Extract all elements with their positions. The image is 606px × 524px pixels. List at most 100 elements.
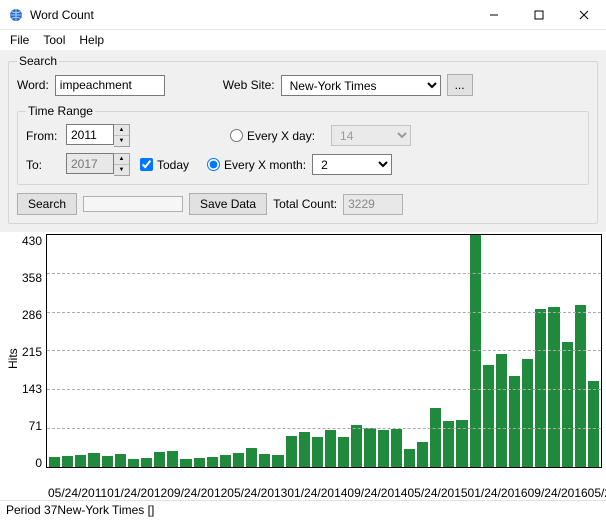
chart-bar[interactable] [391, 429, 402, 467]
from-spinner[interactable]: ▲▼ [66, 124, 130, 147]
ytick: 143 [22, 382, 42, 396]
xtick: 01/24/2012 [107, 486, 167, 500]
today-label: Today [157, 158, 189, 172]
chart-bar[interactable] [364, 428, 375, 467]
xtick: 01/24/2016 [468, 486, 528, 500]
chart-bar[interactable] [548, 307, 559, 467]
chart-yaxis: 430358286215143710 [22, 234, 46, 484]
xtick: 01/24/2014 [287, 486, 347, 500]
chart-bar[interactable] [88, 453, 99, 467]
xtick: 09/24/2012 [167, 486, 227, 500]
time-range-label: Time Range [26, 104, 95, 118]
from-input[interactable] [66, 124, 114, 145]
spin-up-icon[interactable]: ▲ [114, 154, 129, 165]
save-data-button[interactable]: Save Data [189, 193, 267, 215]
close-button[interactable] [561, 0, 606, 30]
chart-bar[interactable] [194, 458, 205, 467]
chart-bar[interactable] [207, 457, 218, 467]
from-label: From: [26, 129, 60, 143]
ytick: 430 [22, 234, 42, 248]
chart-bar[interactable] [286, 436, 297, 467]
chart-bar[interactable] [456, 420, 467, 467]
progress-bar [83, 196, 183, 212]
word-label: Word: [17, 78, 49, 92]
to-label: To: [26, 158, 60, 172]
xtick: 09/24/2014 [347, 486, 407, 500]
chart-bar[interactable] [312, 437, 323, 467]
search-group: Search Word: Web Site: New-York Times ..… [8, 54, 598, 224]
ytick: 286 [22, 308, 42, 322]
chart-bar[interactable] [75, 455, 86, 467]
chart-bar[interactable] [233, 453, 244, 467]
chart-bar[interactable] [299, 432, 310, 467]
maximize-button[interactable] [516, 0, 561, 30]
every-month-select[interactable]: 2 [312, 154, 392, 175]
chart-bar[interactable] [404, 449, 415, 467]
every-month-label: Every X month: [224, 158, 306, 172]
chart-plot[interactable] [46, 234, 602, 468]
chart-xaxis: 05/24/201101/24/201209/24/201205/24/2013… [48, 484, 602, 500]
xtick: 05/24/2015 [407, 486, 467, 500]
word-input[interactable] [55, 75, 165, 96]
total-count-value [343, 194, 403, 215]
ytick: 358 [22, 271, 42, 285]
to-input [66, 153, 114, 174]
chart-bar[interactable] [141, 458, 152, 467]
to-spinner[interactable]: ▲▼ [66, 153, 130, 176]
chart-area: Hits 430358286215143710 05/24/201101/24/… [0, 232, 606, 500]
chart-bar[interactable] [338, 437, 349, 467]
chart-bar[interactable] [102, 456, 113, 467]
xtick: 05/24/2013 [227, 486, 287, 500]
xtick: 09/24/2016 [528, 486, 588, 500]
menu-file[interactable]: File [4, 31, 35, 49]
chart-bar[interactable] [378, 430, 389, 467]
app-icon [8, 7, 24, 23]
chart-bar[interactable] [220, 455, 231, 467]
chart-bar[interactable] [246, 448, 257, 467]
xtick: 05/24/20 [588, 486, 606, 500]
chart-bar[interactable] [351, 425, 362, 467]
every-day-label: Every X day: [247, 129, 315, 143]
website-select[interactable]: New-York Times [281, 75, 441, 96]
chart-bar[interactable] [483, 365, 494, 468]
chart-bar[interactable] [180, 459, 191, 467]
total-count-label: Total Count: [273, 197, 337, 211]
chart-bar[interactable] [575, 305, 586, 467]
chart-bar[interactable] [325, 430, 336, 467]
chart-bar[interactable] [522, 359, 533, 467]
every-month-radio[interactable]: Every X month: [207, 158, 306, 172]
search-button[interactable]: Search [17, 193, 77, 215]
chart-bar[interactable] [470, 235, 481, 467]
chart-bar[interactable] [259, 454, 270, 467]
website-label: Web Site: [223, 78, 275, 92]
chart-bar[interactable] [588, 381, 599, 467]
ytick: 0 [35, 456, 42, 470]
every-day-radio[interactable]: Every X day: [230, 129, 315, 143]
window-titlebar: Word Count [0, 0, 606, 30]
chart-bar[interactable] [509, 376, 520, 467]
today-checkbox[interactable]: Today [140, 158, 189, 172]
every-day-select: 14 [331, 125, 411, 146]
time-range-group: Time Range From: ▲▼ Every X day: 14 To: [17, 104, 589, 185]
chart-bar[interactable] [430, 408, 441, 467]
chart-bar[interactable] [62, 456, 73, 467]
chart-bar[interactable] [496, 354, 507, 467]
chart-bar[interactable] [154, 452, 165, 467]
chart-bar[interactable] [167, 451, 178, 467]
menu-tool[interactable]: Tool [37, 31, 71, 49]
chart-bar[interactable] [115, 454, 126, 467]
chart-bar[interactable] [417, 442, 428, 467]
chart-bar[interactable] [272, 455, 283, 467]
spin-down-icon[interactable]: ▼ [114, 165, 129, 176]
chart-bar[interactable] [49, 457, 60, 467]
ytick: 215 [22, 345, 42, 359]
minimize-button[interactable] [471, 0, 516, 30]
spin-up-icon[interactable]: ▲ [114, 125, 129, 136]
spin-down-icon[interactable]: ▼ [114, 136, 129, 147]
xtick: 05/24/2011 [48, 486, 107, 500]
menu-help[interactable]: Help [73, 31, 110, 49]
chart-bar[interactable] [562, 342, 573, 467]
status-bar: Period 37New-York Times [] [0, 500, 606, 519]
chart-bar[interactable] [128, 459, 139, 467]
browse-button[interactable]: ... [447, 74, 473, 96]
